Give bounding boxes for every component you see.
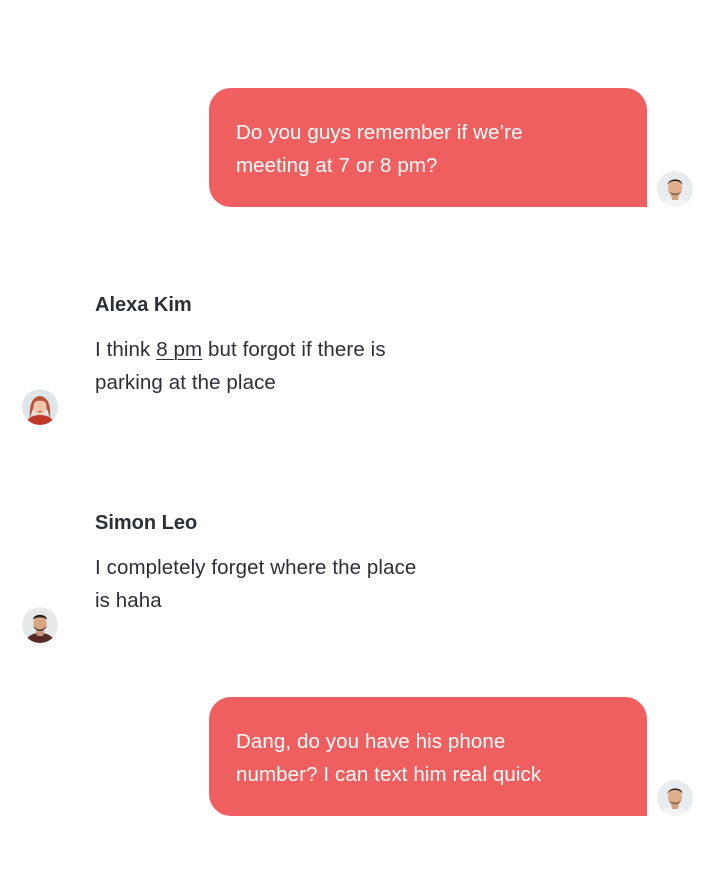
message-text-segment: I think	[95, 338, 157, 361]
user-avatar-woman-icon[interactable]	[22, 389, 58, 425]
sender-name: Simon Leo	[95, 512, 198, 534]
message-text: I completely forget where the place is h…	[95, 551, 515, 617]
message-text-line: I think 8 pm but forgot if there is	[95, 333, 515, 366]
message-text-line: Dang, do you have his phone	[236, 730, 506, 753]
message-text-line: meeting at 7 or 8 pm?	[236, 154, 438, 177]
user-avatar-man-icon[interactable]	[657, 171, 693, 207]
incoming-message: Simon Leo I completely forget where the …	[95, 508, 515, 617]
message-text-line: number? I can text him real quick	[236, 763, 542, 786]
time-link[interactable]: 8 pm	[156, 338, 202, 361]
message-text-line: parking at the place	[95, 371, 276, 394]
message-text-line: Do you guys remember if we’re	[236, 121, 523, 144]
message-text: I think 8 pm but forgot if there is park…	[95, 333, 515, 399]
message-text-line: is haha	[95, 589, 162, 612]
outgoing-message-bubble: Do you guys remember if we’re meeting at…	[209, 88, 647, 207]
sender-name: Alexa Kim	[95, 294, 192, 316]
message-text-segment: but forgot if there is	[202, 338, 386, 361]
incoming-message: Alexa Kim I think 8 pm but forgot if the…	[95, 290, 515, 399]
message-text-line: I completely forget where the place	[95, 556, 417, 579]
outgoing-message-bubble: Dang, do you have his phone number? I ca…	[209, 697, 647, 816]
user-avatar-man-icon[interactable]	[657, 780, 693, 816]
user-avatar-man-beard-icon[interactable]	[22, 607, 58, 643]
